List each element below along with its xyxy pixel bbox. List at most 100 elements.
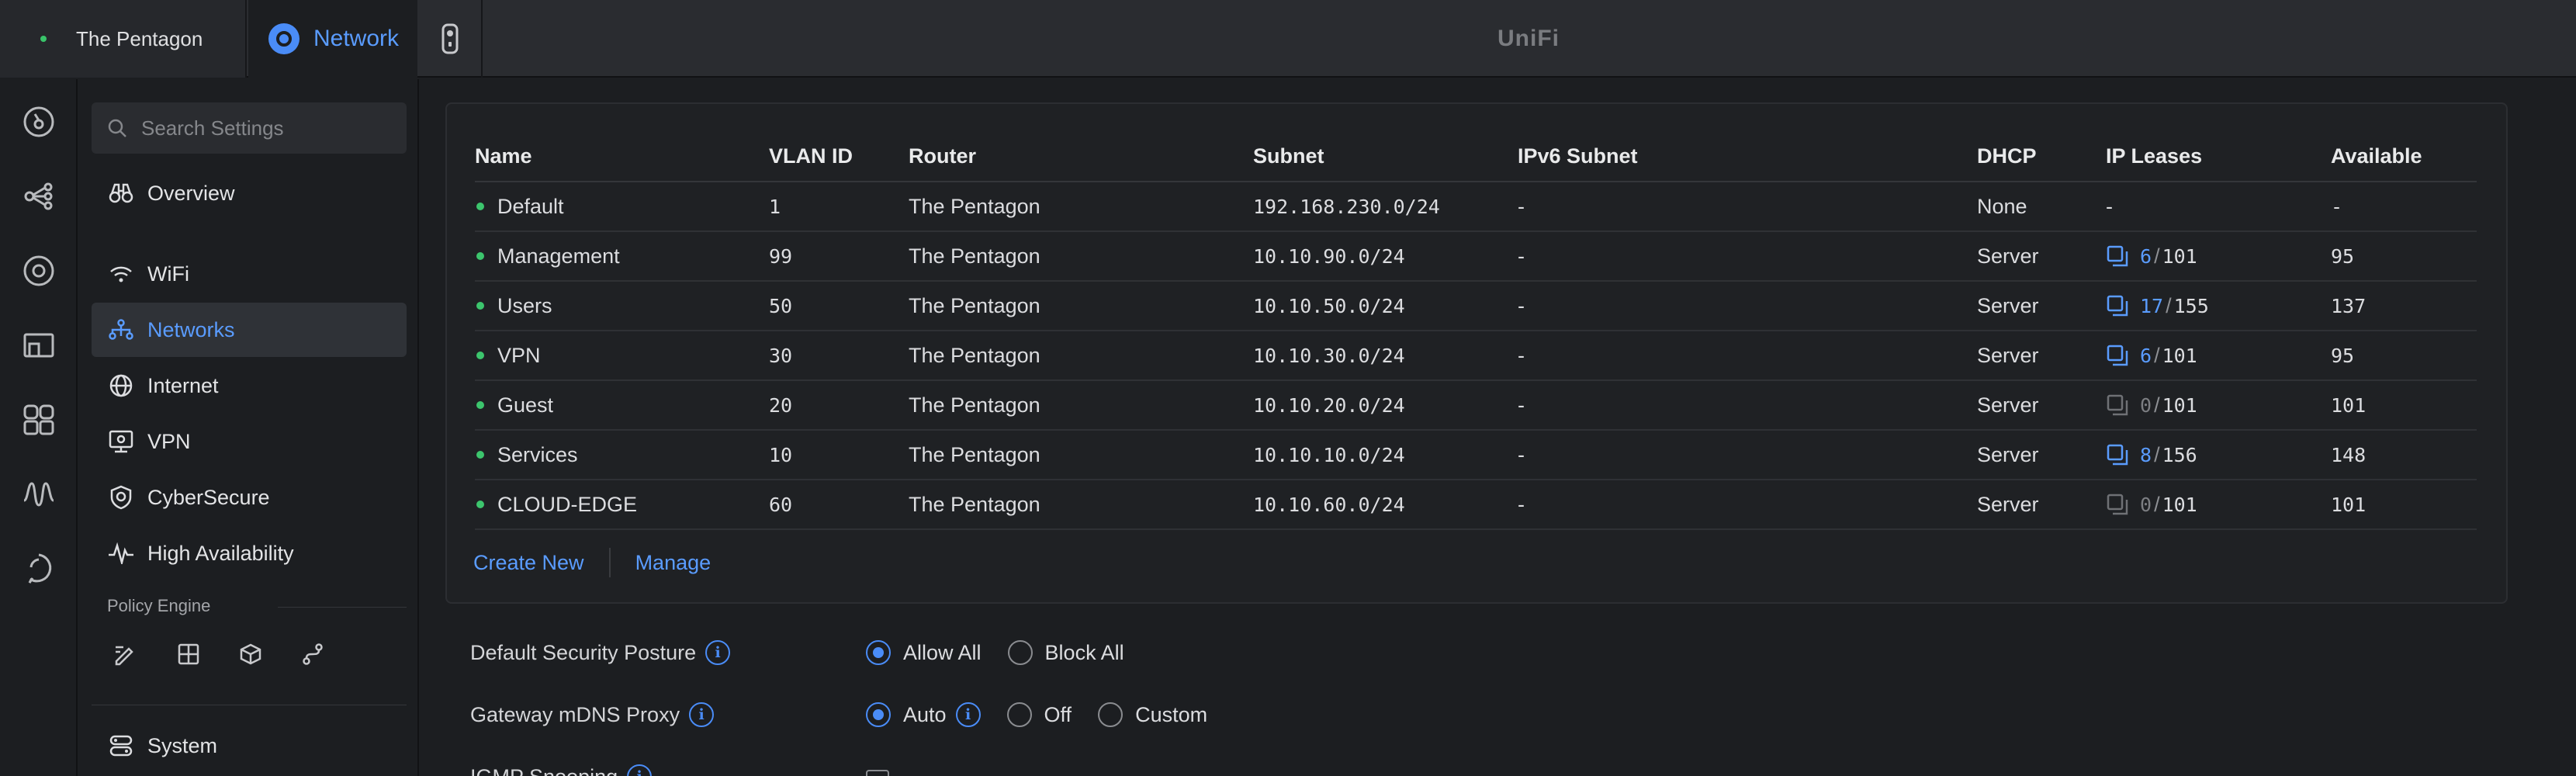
sidebar-item-networks[interactable]: Networks [92,303,407,357]
site-tab[interactable]: The Pentagon [0,0,247,78]
ports-icon[interactable] [19,400,58,439]
topology-icon[interactable] [19,177,58,216]
cell-router: The Pentagon [909,281,1253,331]
mdns-proxy-row: Gateway mDNS Proxy i [470,695,715,734]
col-router[interactable]: Router [909,132,1253,182]
allow-all-label[interactable]: Allow All [903,641,982,665]
col-ipv6-subnet[interactable]: IPv6 Subnet [1518,132,1977,182]
ip-leases[interactable]: 0/101 [2106,492,2331,517]
sidebar-item-wifi[interactable]: WiFi [92,247,407,301]
cell-router: The Pentagon [909,380,1253,431]
network-status-dot [476,252,484,260]
leases-icon [2106,293,2131,318]
leases-separator: / [2154,393,2160,417]
network-app-tab[interactable]: Network [248,0,417,78]
leases-total: 101 [2162,493,2197,516]
leases-icon [2106,442,2131,467]
network-name: VPN [497,343,541,367]
top-bar: The Pentagon Network UniFi [0,0,2576,78]
client-devices-icon[interactable] [19,326,58,365]
sidebar-item-cybersecure[interactable]: CyberSecure [92,470,407,525]
search-placeholder: Search Settings [141,116,284,140]
sidebar-item-high-availability[interactable]: High Availability [92,526,407,580]
leases-used: 6 [2140,344,2152,367]
policy-table-icon[interactable] [169,635,208,674]
cell-name: Users [475,281,769,331]
cell-subnet: 10.10.60.0/24 [1253,480,1518,530]
col-dhcp[interactable]: DHCP [1977,132,2106,182]
globe-icon [106,370,137,401]
network-name: Services [497,442,578,466]
table-row[interactable]: Users 50 The Pentagon 10.10.50.0/24- Server 1… [475,281,2477,331]
auto-label[interactable]: Auto [903,703,947,727]
devices-icon[interactable] [19,251,58,290]
sidebar-item-label: Overview [147,181,235,205]
ip-leases[interactable]: 8/156 [2106,442,2331,467]
allow-all-radio[interactable] [866,640,891,665]
ip-leases[interactable]: 6/101 [2106,343,2331,368]
ip-leases[interactable]: 0/101 [2106,393,2331,417]
cell-name: CLOUD-EDGE [475,480,769,530]
table-row[interactable]: Default 1 The Pentagon 192.168.230.0/24- Non… [475,182,2477,232]
insights-icon[interactable] [19,475,58,514]
cell-ip-leases: 8/156 [2106,430,2331,480]
remote-device-tab[interactable] [419,0,483,78]
search-settings[interactable]: Search Settings [92,102,407,154]
col-ip-leases[interactable]: IP Leases [2106,132,2331,182]
sidebar-item-system[interactable]: System [92,719,407,773]
policy-object-icon[interactable] [231,635,270,674]
off-label[interactable]: Off [1044,703,1072,727]
remote-icon [441,23,459,54]
leases-icon [2106,343,2131,368]
cell-available: 101 [2331,480,2477,530]
ip-leases[interactable]: 6/101 [2106,244,2331,268]
search-icon [108,119,126,137]
leases-used: 0 [2140,493,2152,516]
custom-label[interactable]: Custom [1135,703,1207,727]
auto-radio[interactable] [866,702,891,727]
cell-ip-leases: 17/155 [2106,281,2331,331]
ip-leases[interactable]: 17/155 [2106,293,2331,318]
table-row[interactable]: Management 99 The Pentagon 10.10.90.0/24- Se… [475,231,2477,282]
policy-edit-icon[interactable] [107,635,146,674]
info-icon[interactable]: i [955,702,981,727]
cell-router: The Pentagon [909,331,1253,381]
cell-router: The Pentagon [909,231,1253,282]
table-row[interactable]: CLOUD-EDGE 60 The Pentagon 10.10.60.0/24- Se… [475,480,2477,530]
cell-ipv6-subnet: - [1518,380,1977,431]
block-all-label[interactable]: Block All [1045,641,1124,665]
manage-button[interactable]: Manage [635,551,712,575]
policy-route-icon[interactable] [293,635,332,674]
col-subnet[interactable]: Subnet [1253,132,1518,182]
igmp-snooping-checkbox[interactable] [866,770,889,776]
cell-dhcp: Server [1977,231,2106,282]
off-radio[interactable] [1006,702,1032,727]
dashboard-icon[interactable] [19,102,58,141]
table-row[interactable]: VPN 30 The Pentagon 10.10.30.0/24- Server 6/1… [475,331,2477,381]
leases-separator: / [2154,442,2160,466]
info-icon[interactable]: i [627,764,653,776]
block-all-radio[interactable] [1007,640,1033,665]
create-new-button[interactable]: Create New [473,551,584,575]
leases-total: 101 [2162,344,2197,367]
cell-dhcp: Server [1977,380,2106,431]
col-name[interactable]: Name [475,132,769,182]
sidebar-item-internet[interactable]: Internet [92,359,407,413]
support-icon[interactable] [19,549,58,588]
table-row[interactable]: Guest 20 The Pentagon 10.10.20.0/24- Server 0… [475,380,2477,431]
cell-router: The Pentagon [909,430,1253,480]
sidebar-item-overview[interactable]: Overview [92,166,407,220]
network-status-dot [476,451,484,459]
shield-icon [106,482,137,513]
network-status-dot [476,302,484,310]
table-row[interactable]: Services 10 The Pentagon 10.10.10.0/24- Serv… [475,430,2477,480]
custom-radio[interactable] [1098,702,1124,727]
info-icon[interactable]: i [705,640,731,665]
cell-ip-leases: 6/101 [2106,231,2331,282]
col-vlan[interactable]: VLAN ID [769,132,909,182]
col-available[interactable]: Available [2331,132,2477,182]
igmp-snooping-options [866,762,889,776]
system-icon [106,730,137,761]
info-icon[interactable]: i [689,702,715,727]
sidebar-item-vpn[interactable]: VPN [92,414,407,469]
